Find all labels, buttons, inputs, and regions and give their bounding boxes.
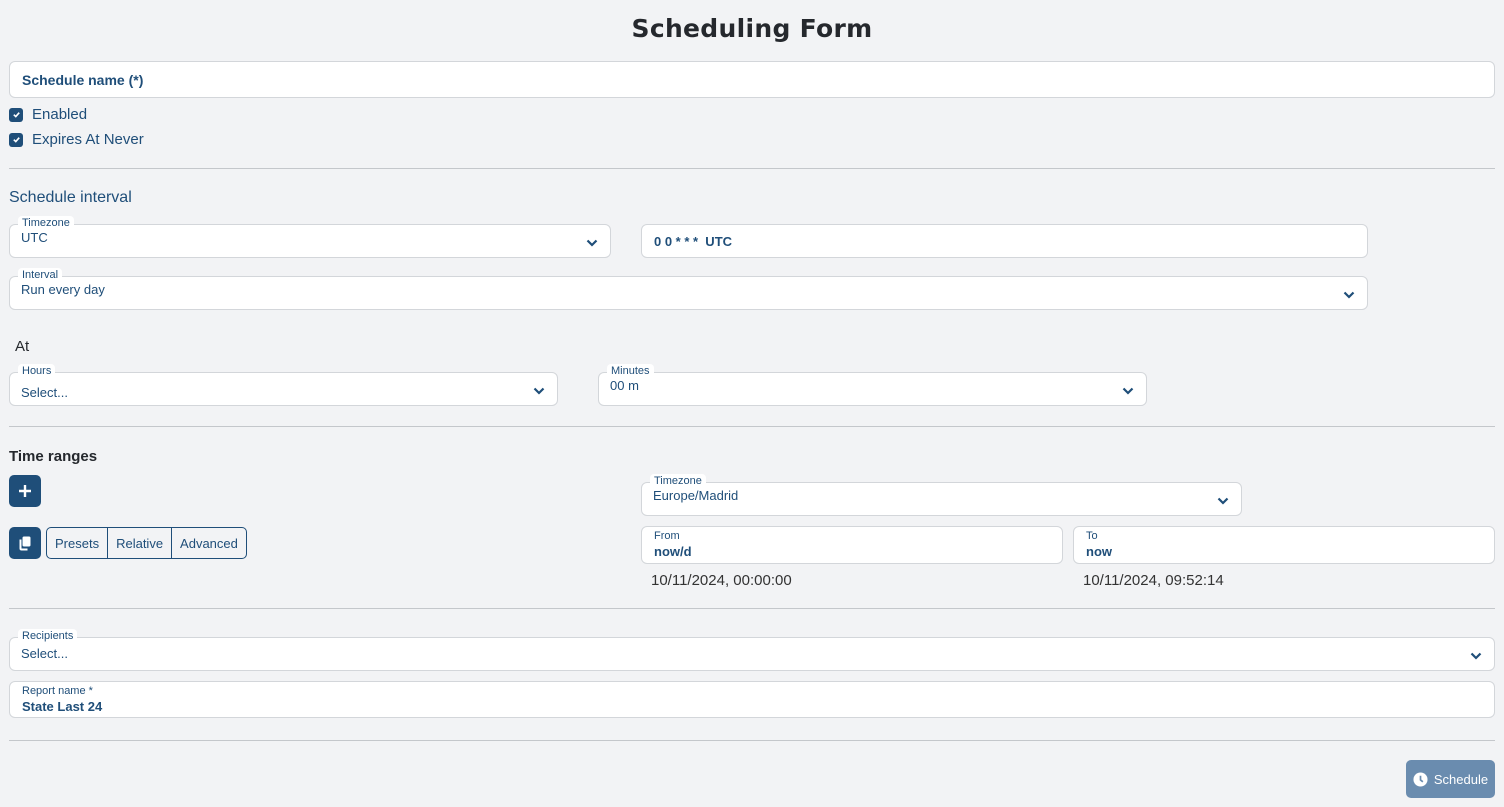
- clock-icon: [1413, 771, 1428, 787]
- time-ranges-heading: Time ranges: [9, 448, 98, 465]
- tab-advanced[interactable]: Advanced: [172, 528, 246, 558]
- check-icon: [12, 112, 20, 118]
- at-label: At: [15, 338, 30, 355]
- schedule-name-input[interactable]: Schedule name (*): [9, 61, 1495, 98]
- interval-label: Interval: [18, 268, 63, 282]
- to-value: now: [1086, 544, 1112, 559]
- plus-icon: [19, 485, 31, 497]
- time-range-timezone-select[interactable]: Timezone Europe/Madrid: [641, 474, 1242, 516]
- from-value: now/d: [654, 544, 692, 559]
- cron-expression-display: 0 0 * * * UTC: [641, 224, 1368, 258]
- divider: [9, 426, 1495, 427]
- report-name-label: Report name *: [22, 685, 93, 697]
- chevron-down-icon: [1343, 291, 1355, 299]
- minutes-value: 00 m: [610, 378, 639, 393]
- to-resolved-date: 10/11/2024, 09:52:14: [1083, 572, 1224, 589]
- recipients-label: Recipients: [18, 629, 78, 643]
- time-range-timezone-label: Timezone: [650, 474, 706, 488]
- report-name-input[interactable]: Report name * State Last 24: [9, 681, 1495, 718]
- hours-value: Select...: [21, 385, 68, 400]
- schedule-name-placeholder: Schedule name (*): [22, 71, 144, 88]
- chevron-down-icon: [586, 239, 598, 247]
- copy-time-range-button[interactable]: [9, 527, 41, 559]
- add-time-range-button[interactable]: [9, 475, 41, 507]
- schedule-interval-heading: Schedule interval: [9, 189, 132, 206]
- enabled-checkbox-row[interactable]: Enabled: [9, 106, 87, 123]
- schedule-button[interactable]: Schedule: [1406, 760, 1495, 798]
- interval-value: Run every day: [21, 282, 105, 297]
- minutes-label: Minutes: [607, 364, 654, 378]
- to-label: To: [1086, 530, 1098, 542]
- tab-relative[interactable]: Relative: [108, 528, 173, 558]
- interval-timezone-value: UTC: [21, 230, 48, 245]
- tab-presets[interactable]: Presets: [47, 528, 109, 558]
- check-icon: [12, 137, 20, 143]
- from-input[interactable]: From now/d: [641, 526, 1063, 564]
- interval-select[interactable]: Interval Run every day: [9, 268, 1368, 310]
- copy-icon: [19, 536, 31, 551]
- chevron-down-icon: [1217, 497, 1229, 505]
- recipients-value: Select...: [21, 646, 68, 661]
- interval-timezone-label: Timezone: [18, 216, 74, 230]
- divider: [9, 168, 1495, 169]
- enabled-checkbox[interactable]: [9, 107, 23, 122]
- expires-checkbox-row[interactable]: Expires At Never: [9, 131, 144, 148]
- from-label: From: [654, 530, 680, 542]
- expires-checkbox[interactable]: [9, 132, 23, 147]
- schedule-button-label: Schedule: [1433, 771, 1489, 787]
- divider: [9, 740, 1495, 741]
- page-title: Scheduling Form: [631, 14, 873, 43]
- interval-timezone-select[interactable]: Timezone UTC: [9, 216, 611, 258]
- time-range-timezone-value: Europe/Madrid: [653, 488, 739, 503]
- cron-expression-text: 0 0 * * * UTC: [654, 233, 733, 249]
- enabled-label: Enabled: [32, 106, 88, 123]
- chevron-down-icon: [533, 387, 545, 395]
- report-name-value: State Last 24: [22, 699, 103, 714]
- chevron-down-icon: [1470, 652, 1482, 660]
- expires-label: Expires At Never: [32, 131, 144, 148]
- from-resolved-date: 10/11/2024, 00:00:00: [651, 572, 792, 589]
- divider: [9, 608, 1495, 609]
- minutes-select[interactable]: Minutes 00 m: [598, 364, 1147, 406]
- time-range-mode-tabs: Presets Relative Advanced: [46, 527, 247, 559]
- hours-select[interactable]: Hours Select...: [9, 364, 558, 406]
- to-input[interactable]: To now: [1073, 526, 1495, 564]
- chevron-down-icon: [1122, 387, 1134, 395]
- recipients-select[interactable]: Recipients Select...: [9, 629, 1495, 671]
- hours-label: Hours: [18, 364, 56, 378]
